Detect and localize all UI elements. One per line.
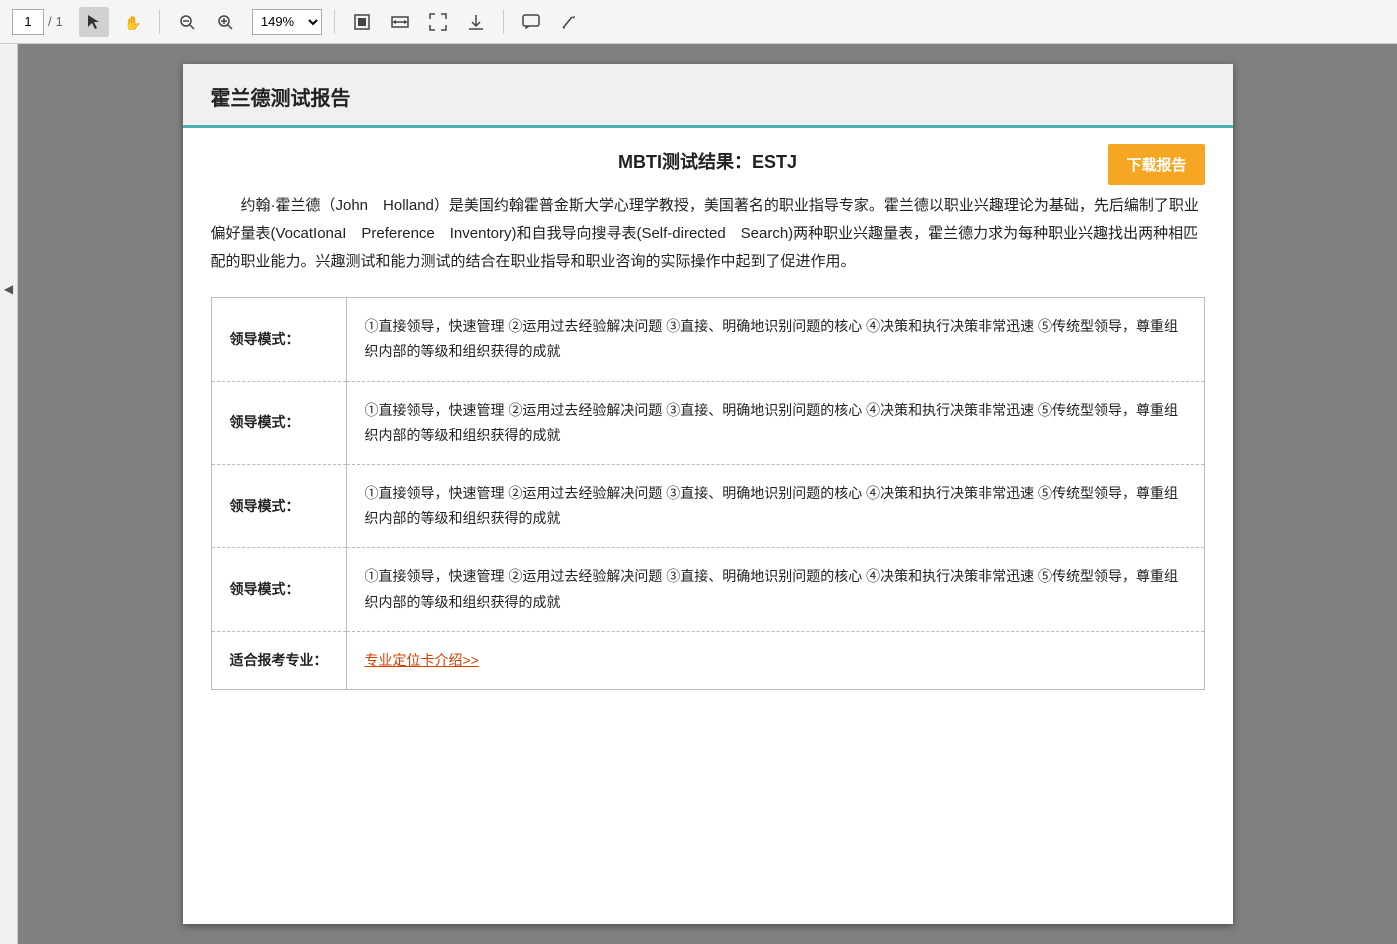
toolbar-divider-2 [334,10,335,34]
fit-width-icon [391,13,409,31]
row-label: 领导模式： [211,548,346,631]
hand-tool-button[interactable]: ✋ [117,7,147,37]
mbti-value: ESTJ [752,152,797,172]
fit-width-button[interactable] [385,7,415,37]
report-header: 霍兰德测试报告 [183,64,1233,128]
table-row: 领导模式：①直接领导，快速管理 ②运用过去经验解决问题 ③直接、明确地识别问题的… [211,298,1204,381]
fit-page-icon [353,13,371,31]
mbti-label: MBTI测试结果： [618,152,752,172]
download-icon [467,13,485,31]
zoom-select[interactable]: 50% 75% 100% 125% 149% 200% [252,9,322,35]
table-row: 适合报考专业： 专业定位卡介绍>> [211,631,1204,689]
toolbar-divider-1 [159,10,160,34]
sidebar: ◀ [0,44,18,944]
full-screen-button[interactable] [423,7,453,37]
row-content[interactable]: 专业定位卡介绍>> [346,631,1204,689]
cursor-icon [86,14,102,30]
report-description: 约翰·霍兰德（John Holland）是美国约翰霍普金斯大学心理学教授，美国著… [211,192,1205,275]
row-label: 领导模式： [211,465,346,548]
comment-icon [522,13,540,31]
table-row: 领导模式：①直接领导，快速管理 ②运用过去经验解决问题 ③直接、明确地识别问题的… [211,465,1204,548]
table-row: 领导模式：①直接领导，快速管理 ②运用过去经验解决问题 ③直接、明确地识别问题的… [211,548,1204,631]
row-content: ①直接领导，快速管理 ②运用过去经验解决问题 ③直接、明确地识别问题的核心 ④决… [346,548,1204,631]
zoom-out-button[interactable] [172,7,202,37]
toolbar-divider-3 [503,10,504,34]
cursor-tool-button[interactable] [79,7,109,37]
mbti-result: MBTI测试结果：ESTJ [211,148,1205,174]
sidebar-collapse-toggle[interactable]: ◀ [2,282,16,296]
pen-icon [560,13,578,31]
page-separator: / [48,14,52,29]
page-number-input[interactable] [12,9,44,35]
download-tool-button[interactable] [461,7,491,37]
zoom-in-button[interactable] [210,7,240,37]
zoom-out-icon [179,14,195,30]
toolbar: / 1 ✋ 50% 75% 100% 125% [0,0,1397,44]
row-content: ①直接领导，快速管理 ②运用过去经验解决问题 ③直接、明确地识别问题的核心 ④决… [346,465,1204,548]
report-table: 领导模式：①直接领导，快速管理 ②运用过去经验解决问题 ③直接、明确地识别问题的… [211,297,1205,690]
report-title: 霍兰德测试报告 [211,88,351,110]
page-navigation: / 1 [12,9,63,35]
svg-text:✋: ✋ [124,15,140,30]
pdf-page: 霍兰德测试报告 下载报告 MBTI测试结果：ESTJ 约翰·霍兰德（John H… [183,64,1233,924]
fit-page-button[interactable] [347,7,377,37]
pdf-viewer[interactable]: 霍兰德测试报告 下载报告 MBTI测试结果：ESTJ 约翰·霍兰德（John H… [18,44,1397,944]
comment-button[interactable] [516,7,546,37]
row-label: 领导模式： [211,298,346,381]
page-total: 1 [56,14,63,29]
zoom-group: 50% 75% 100% 125% 149% 200% [252,9,322,35]
full-screen-icon [429,13,447,31]
row-label: 适合报考专业： [211,631,346,689]
row-content: ①直接领导，快速管理 ②运用过去经验解决问题 ③直接、明确地识别问题的核心 ④决… [346,298,1204,381]
row-label: 领导模式： [211,381,346,464]
row-content: ①直接领导，快速管理 ②运用过去经验解决问题 ③直接、明确地识别问题的核心 ④决… [346,381,1204,464]
hand-icon: ✋ [124,14,140,30]
zoom-in-icon [217,14,233,30]
report-body: 下载报告 MBTI测试结果：ESTJ 约翰·霍兰德（John Holland）是… [183,128,1233,710]
main-area: ◀ 霍兰德测试报告 下载报告 MBTI测试结果：ESTJ 约翰·霍兰德（John… [0,44,1397,944]
download-report-button[interactable]: 下载报告 [1108,144,1204,185]
table-row: 领导模式：①直接领导，快速管理 ②运用过去经验解决问题 ③直接、明确地识别问题的… [211,381,1204,464]
pen-button[interactable] [554,7,584,37]
major-positioning-link[interactable]: 专业定位卡介绍>> [365,652,479,668]
